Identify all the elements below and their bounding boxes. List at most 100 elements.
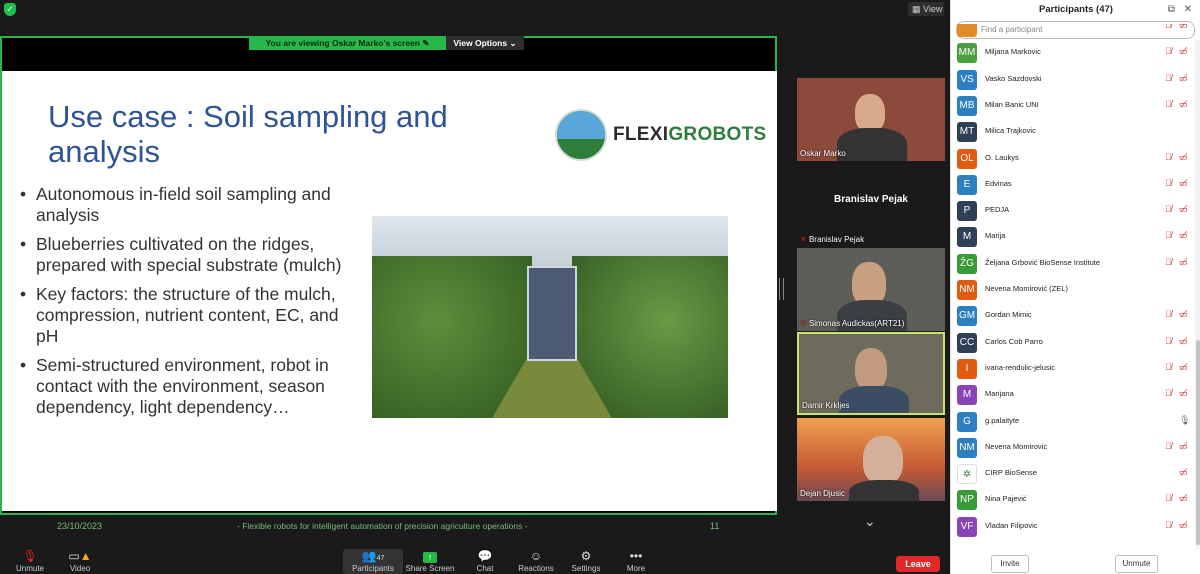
video-tile[interactable]: Branislav Pejak ✕ Branislav Pejak — [797, 164, 945, 247]
participant-row[interactable]: M Marijana 🎙̸ ▭̸ — [951, 382, 1193, 408]
participant-name: ivana-rendulic-jelusic — [985, 362, 1056, 372]
participant-row[interactable]: NM Nevena Momirovic 🎙̸ ▭̸ — [951, 435, 1193, 461]
avatar: P — [957, 201, 977, 222]
invite-button[interactable]: Invite — [991, 555, 1029, 573]
mic-off-icon: ✕ — [800, 235, 807, 244]
meeting-area: ✓ ▦ View You are viewing Oskar Marko's s… — [0, 0, 950, 574]
avatar: OL — [957, 148, 977, 169]
shield-icon[interactable]: ✓ — [4, 3, 16, 16]
mic-off-icon: 🎙̸ — [1165, 388, 1172, 399]
slide-footer-date: 23/10/2023 — [57, 521, 103, 531]
participant-row[interactable]: M Marija 🎙̸ ▭̸ — [951, 224, 1193, 250]
participant-row[interactable]: Gg.palaityte 🎙 — [951, 409, 1193, 435]
mic-off-icon: 🎙̸ — [1165, 361, 1172, 372]
panel-footer: Invite Unmute — [951, 549, 1200, 574]
more-button[interactable]: ••• More — [606, 549, 666, 574]
panel-title: Participants (47) — [1039, 4, 1113, 15]
participant-row[interactable]: ŽG Željana Grbović BioSense Institute 🎙̸ ▭̸ — [951, 251, 1193, 277]
avatar: ✲ — [957, 464, 977, 485]
participant-row[interactable]: Iivana-rendulic-jelusic 🎙̸ ▭̸ — [951, 356, 1193, 382]
participants-button[interactable]: 👥47 Participants — [343, 549, 403, 574]
camera-warning-icon: ▭▲ — [68, 549, 92, 563]
participant-list: 🎙̸ ▭̸ MM Miljana Markovic 🎙̸ ▭̸ VS Vasko Sazdov… — [951, 24, 1193, 549]
participant-row[interactable]: MB Milan Banic UNI 🎙̸ ▭̸ — [951, 93, 1193, 119]
participant-name: Marija — [985, 231, 1006, 241]
avatar: NM — [957, 437, 977, 458]
participant-row[interactable]: E Edvinas 🎙̸ ▭̸ — [951, 172, 1193, 198]
participant-row[interactable]: CC Carlos Cob Parro 🎙̸ ▭̸ — [951, 330, 1193, 356]
chevron-down-icon[interactable]: ⌄ — [864, 513, 876, 530]
video-tile[interactable]: Dejan Djusic — [797, 418, 945, 501]
avatar: VS — [957, 69, 977, 90]
participant-name: Edvinas — [985, 178, 1012, 188]
avatar: NM — [957, 280, 977, 300]
participant-name: Miljana Markovic — [985, 47, 1041, 57]
avatar: MB — [957, 95, 977, 116]
participant-name: Marijana — [985, 389, 1014, 399]
video-tile-name: Oskar Marko — [800, 149, 846, 158]
bullet-item: Key factors: the structure of the mulch,… — [20, 284, 360, 347]
participant-name: Gordan Mimic — [985, 310, 1032, 320]
video-tile-name: Damir Krkljes — [802, 401, 850, 410]
viewing-banner: You are viewing Oskar Marko's screen ✎ — [249, 36, 446, 50]
participant-row[interactable]: NM Nevena Momirović (ZEL) — [951, 277, 1193, 303]
unmute-me-button[interactable]: Unmute — [1115, 555, 1158, 573]
share-screen-button[interactable]: ↑ Share Screen — [400, 549, 460, 574]
mic-off-icon: 🎙̸ — [1165, 440, 1172, 451]
mic-icon: 🎙 — [1179, 414, 1191, 425]
mic-off-icon: 🎙̸ — [1165, 335, 1172, 346]
participant-name: O. Laukys — [985, 152, 1019, 162]
view-options-button[interactable]: View Options ⌄ — [446, 36, 524, 50]
avatar: MT — [957, 122, 977, 143]
video-tile[interactable]: Oskar Marko — [797, 78, 945, 161]
camera-off-icon: ▭̸ — [1179, 24, 1188, 30]
bullet-item: Semi-structured environment, robot in co… — [20, 355, 360, 418]
split-handle[interactable] — [779, 278, 784, 300]
participant-row[interactable]: GM Gordan Mimic 🎙̸ ▭̸ — [951, 303, 1193, 329]
camera-off-icon: ▭̸ — [1179, 493, 1188, 504]
participant-row[interactable]: VS Vasko Sazdovski 🎙̸ ▭̸ — [951, 67, 1193, 93]
camera-off-icon: ▭̸ — [1179, 256, 1188, 267]
mic-off-icon: 🎙̸ — [1165, 230, 1172, 241]
view-button[interactable]: ▦ View — [908, 2, 944, 16]
scrollbar[interactable] — [1195, 40, 1200, 549]
participants-panel: Participants (47) ⧉ ✕ ⚲ Find a participa… — [950, 0, 1200, 574]
bullet-item: Blueberries cultivated on the ridges, pr… — [20, 234, 360, 276]
logo-emblem — [555, 109, 607, 161]
participant-name: Željana Grbović BioSense Institute — [985, 257, 1101, 267]
participant-row[interactable]: P PEDJA 🎙̸ ▭̸ — [951, 198, 1193, 224]
video-tile-big-name: Branislav Pejak — [834, 194, 908, 205]
grid-icon: ▦ — [912, 4, 921, 14]
popout-icon[interactable]: ⧉ — [1168, 4, 1175, 15]
share-screen-icon: ↑ — [423, 552, 437, 563]
participant-row[interactable]: MM Miljana Markovic 🎙̸ ▭̸ — [951, 40, 1193, 66]
leave-button[interactable]: Leave — [896, 556, 940, 572]
flexigrobots-logo: FLEXIGROBOTS — [555, 109, 766, 161]
slide-footer-text: - Flexible robots for intelligent automa… — [237, 521, 528, 531]
participant-name: Milica Trajkovic — [985, 126, 1036, 136]
video-tile[interactable]: ✕ Simonas Audickas(ART21) — [797, 248, 945, 331]
scroll-thumb[interactable] — [1196, 340, 1200, 545]
mic-off-icon: 🎙̸ — [1165, 493, 1172, 504]
video-button[interactable]: ▭▲ Video — [50, 549, 110, 574]
participant-row[interactable]: NP Nina Pajević 🎙̸ ▭̸ — [951, 487, 1193, 513]
top-bar: ✓ ▦ View — [0, 0, 950, 20]
participant-row[interactable]: VF Vladan Filipovic 🎙̸ ▭̸ — [951, 514, 1193, 540]
bullet-item: Autonomous in-field soil sampling and an… — [20, 184, 360, 226]
participant-row[interactable]: ✲ CIRP BioSense ▭̸ — [951, 461, 1193, 487]
avatar: M — [957, 385, 977, 406]
mic-off-icon: 🎙̸ — [1165, 72, 1172, 83]
more-icon: ••• — [629, 549, 643, 563]
camera-off-icon: ▭̸ — [1179, 230, 1188, 241]
participant-row[interactable]: OL O. Laukys 🎙̸ ▭̸ — [951, 146, 1193, 172]
avatar: ŽG — [957, 253, 977, 274]
participant-row[interactable]: 🎙̸ ▭̸ — [951, 24, 1193, 40]
camera-off-icon: ▭̸ — [1179, 177, 1188, 188]
camera-off-icon: ▭̸ — [1179, 361, 1188, 372]
camera-off-icon: ▭̸ — [1179, 46, 1188, 57]
video-tile-active-speaker[interactable]: Damir Krkljes — [797, 332, 945, 415]
participant-name: Nevena Momirovic — [985, 441, 1048, 451]
camera-off-icon: ▭̸ — [1179, 72, 1188, 83]
close-icon[interactable]: ✕ — [1184, 4, 1192, 15]
participant-row[interactable]: MT Milica Trajkovic — [951, 119, 1193, 145]
